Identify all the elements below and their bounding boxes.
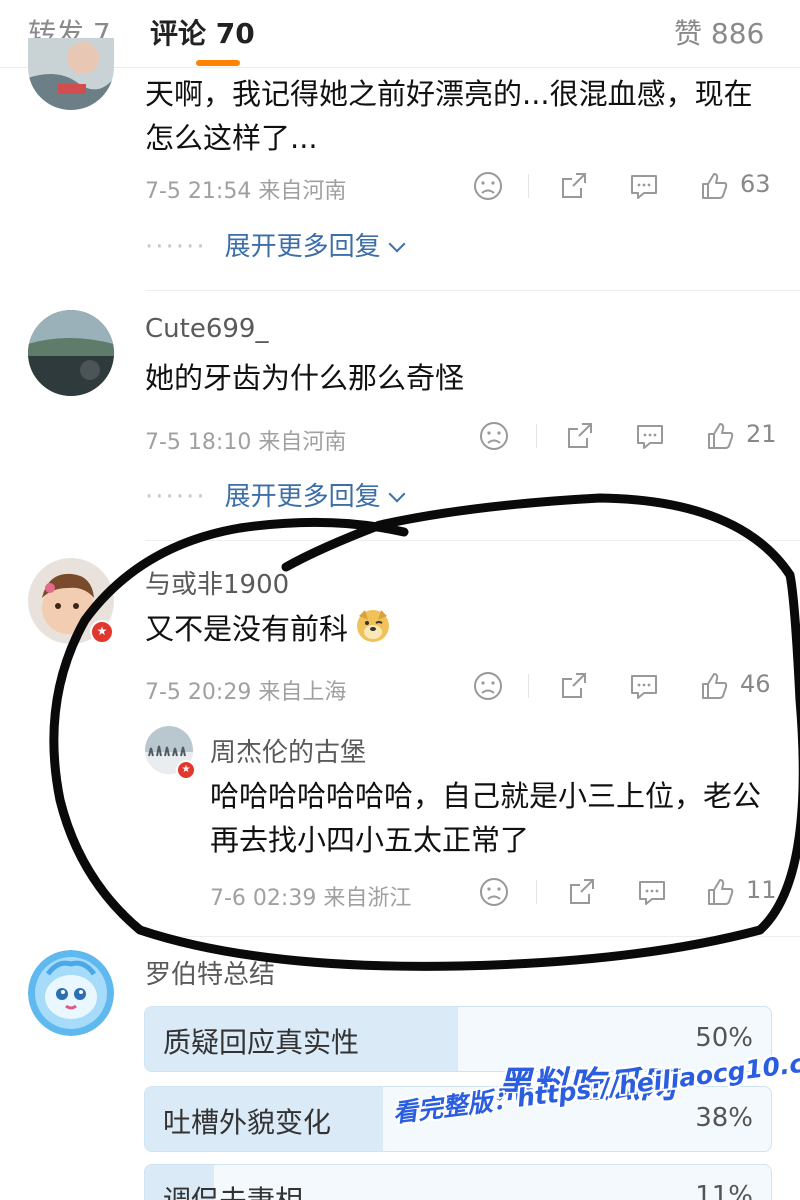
comment-icon[interactable]: [630, 416, 670, 456]
avatar[interactable]: [28, 310, 114, 396]
like-count: 11: [746, 876, 777, 904]
action-divider: [528, 174, 529, 198]
reply-text: 哈哈哈哈哈哈哈，自己就是小三上位，老公再去找小四小五太正常了: [210, 779, 762, 857]
reply-meta: 7-6 02:39 来自浙江: [210, 886, 412, 911]
tab-likes[interactable]: 赞 886: [674, 12, 764, 52]
like-count: 46: [740, 670, 771, 698]
dots: ······: [145, 232, 207, 262]
expand-replies-label: 展开更多回复: [224, 232, 381, 262]
verified-badge-icon: ★: [176, 760, 196, 780]
chevron-down-icon: [388, 485, 406, 503]
action-divider: [528, 674, 529, 698]
expand-replies-link[interactable]: ······ 展开更多回复: [145, 226, 406, 263]
dots: ······: [145, 482, 207, 512]
share-icon[interactable]: [554, 166, 594, 206]
poll-option-percent: 38%: [695, 1103, 753, 1133]
expand-replies-label: 展开更多回复: [224, 482, 381, 512]
divider: [145, 540, 800, 541]
like-count: 21: [746, 420, 777, 448]
chevron-down-icon: [388, 235, 406, 253]
poll-option-percent: 50%: [695, 1023, 753, 1053]
poll-option-label: 吐槽外貌变化: [163, 1106, 332, 1139]
avatar[interactable]: [28, 38, 114, 110]
poll-option-label: 调侃夫妻相: [163, 1179, 303, 1200]
dog-emoji-icon: [354, 606, 392, 656]
thumbs-up-icon[interactable]: [694, 166, 734, 206]
comment-actions: 21: [474, 416, 794, 456]
comment-icon[interactable]: [624, 666, 664, 706]
share-icon[interactable]: [554, 666, 594, 706]
tab-comments[interactable]: 评论 70: [150, 12, 255, 52]
comment-meta: 7-5 21:54 来自河南: [145, 179, 347, 204]
poll-option[interactable]: 调侃夫妻相 11%: [144, 1164, 772, 1200]
comment-icon[interactable]: [632, 872, 672, 912]
sad-face-icon[interactable]: [468, 666, 508, 706]
comment-text-content: 又不是没有前科: [145, 612, 349, 646]
comment-meta: 7-5 20:29 来自上海: [145, 680, 347, 705]
comment-actions: 63: [468, 166, 788, 206]
reply-username[interactable]: 周杰伦的古堡: [210, 732, 366, 769]
poll-option-percent: 11%: [695, 1181, 753, 1200]
divider: [145, 290, 800, 291]
action-divider: [536, 424, 537, 448]
share-icon[interactable]: [562, 872, 602, 912]
poll-option-label: 质疑回应真实性: [163, 1026, 360, 1059]
comment-actions: 46: [468, 666, 788, 706]
sad-face-icon[interactable]: [474, 416, 514, 456]
active-tab-indicator: [196, 60, 240, 66]
sad-face-icon[interactable]: [468, 166, 508, 206]
comment-username[interactable]: 与或非1900: [145, 564, 289, 601]
expand-replies-link[interactable]: ······ 展开更多回复: [145, 476, 406, 513]
action-divider: [536, 880, 537, 904]
comment-icon[interactable]: [624, 166, 664, 206]
thumbs-up-icon[interactable]: [700, 872, 740, 912]
sad-face-icon[interactable]: [474, 872, 514, 912]
thumbs-up-icon[interactable]: [694, 666, 734, 706]
reply-actions: 11: [474, 872, 800, 912]
thumbs-up-icon[interactable]: [700, 416, 740, 456]
share-icon[interactable]: [560, 416, 600, 456]
tab-bar: 转发 7 评论 70 赞 886: [0, 0, 800, 68]
comment-text: 又不是没有前科: [145, 606, 765, 656]
verified-badge-icon: ★: [90, 620, 114, 644]
comment-text: 她的牙齿为什么那么奇怪: [145, 361, 465, 395]
comment-text: 天啊，我记得她之前好漂亮的...很混血感，现在怎么这样了...: [145, 77, 753, 155]
avatar[interactable]: [28, 950, 114, 1036]
comment-meta: 7-5 18:10 来自河南: [145, 430, 347, 455]
comment-username[interactable]: 罗伯特总结: [145, 954, 275, 991]
divider: [145, 936, 800, 937]
comment-username[interactable]: Cute699_: [145, 314, 268, 344]
like-count: 63: [740, 170, 771, 198]
